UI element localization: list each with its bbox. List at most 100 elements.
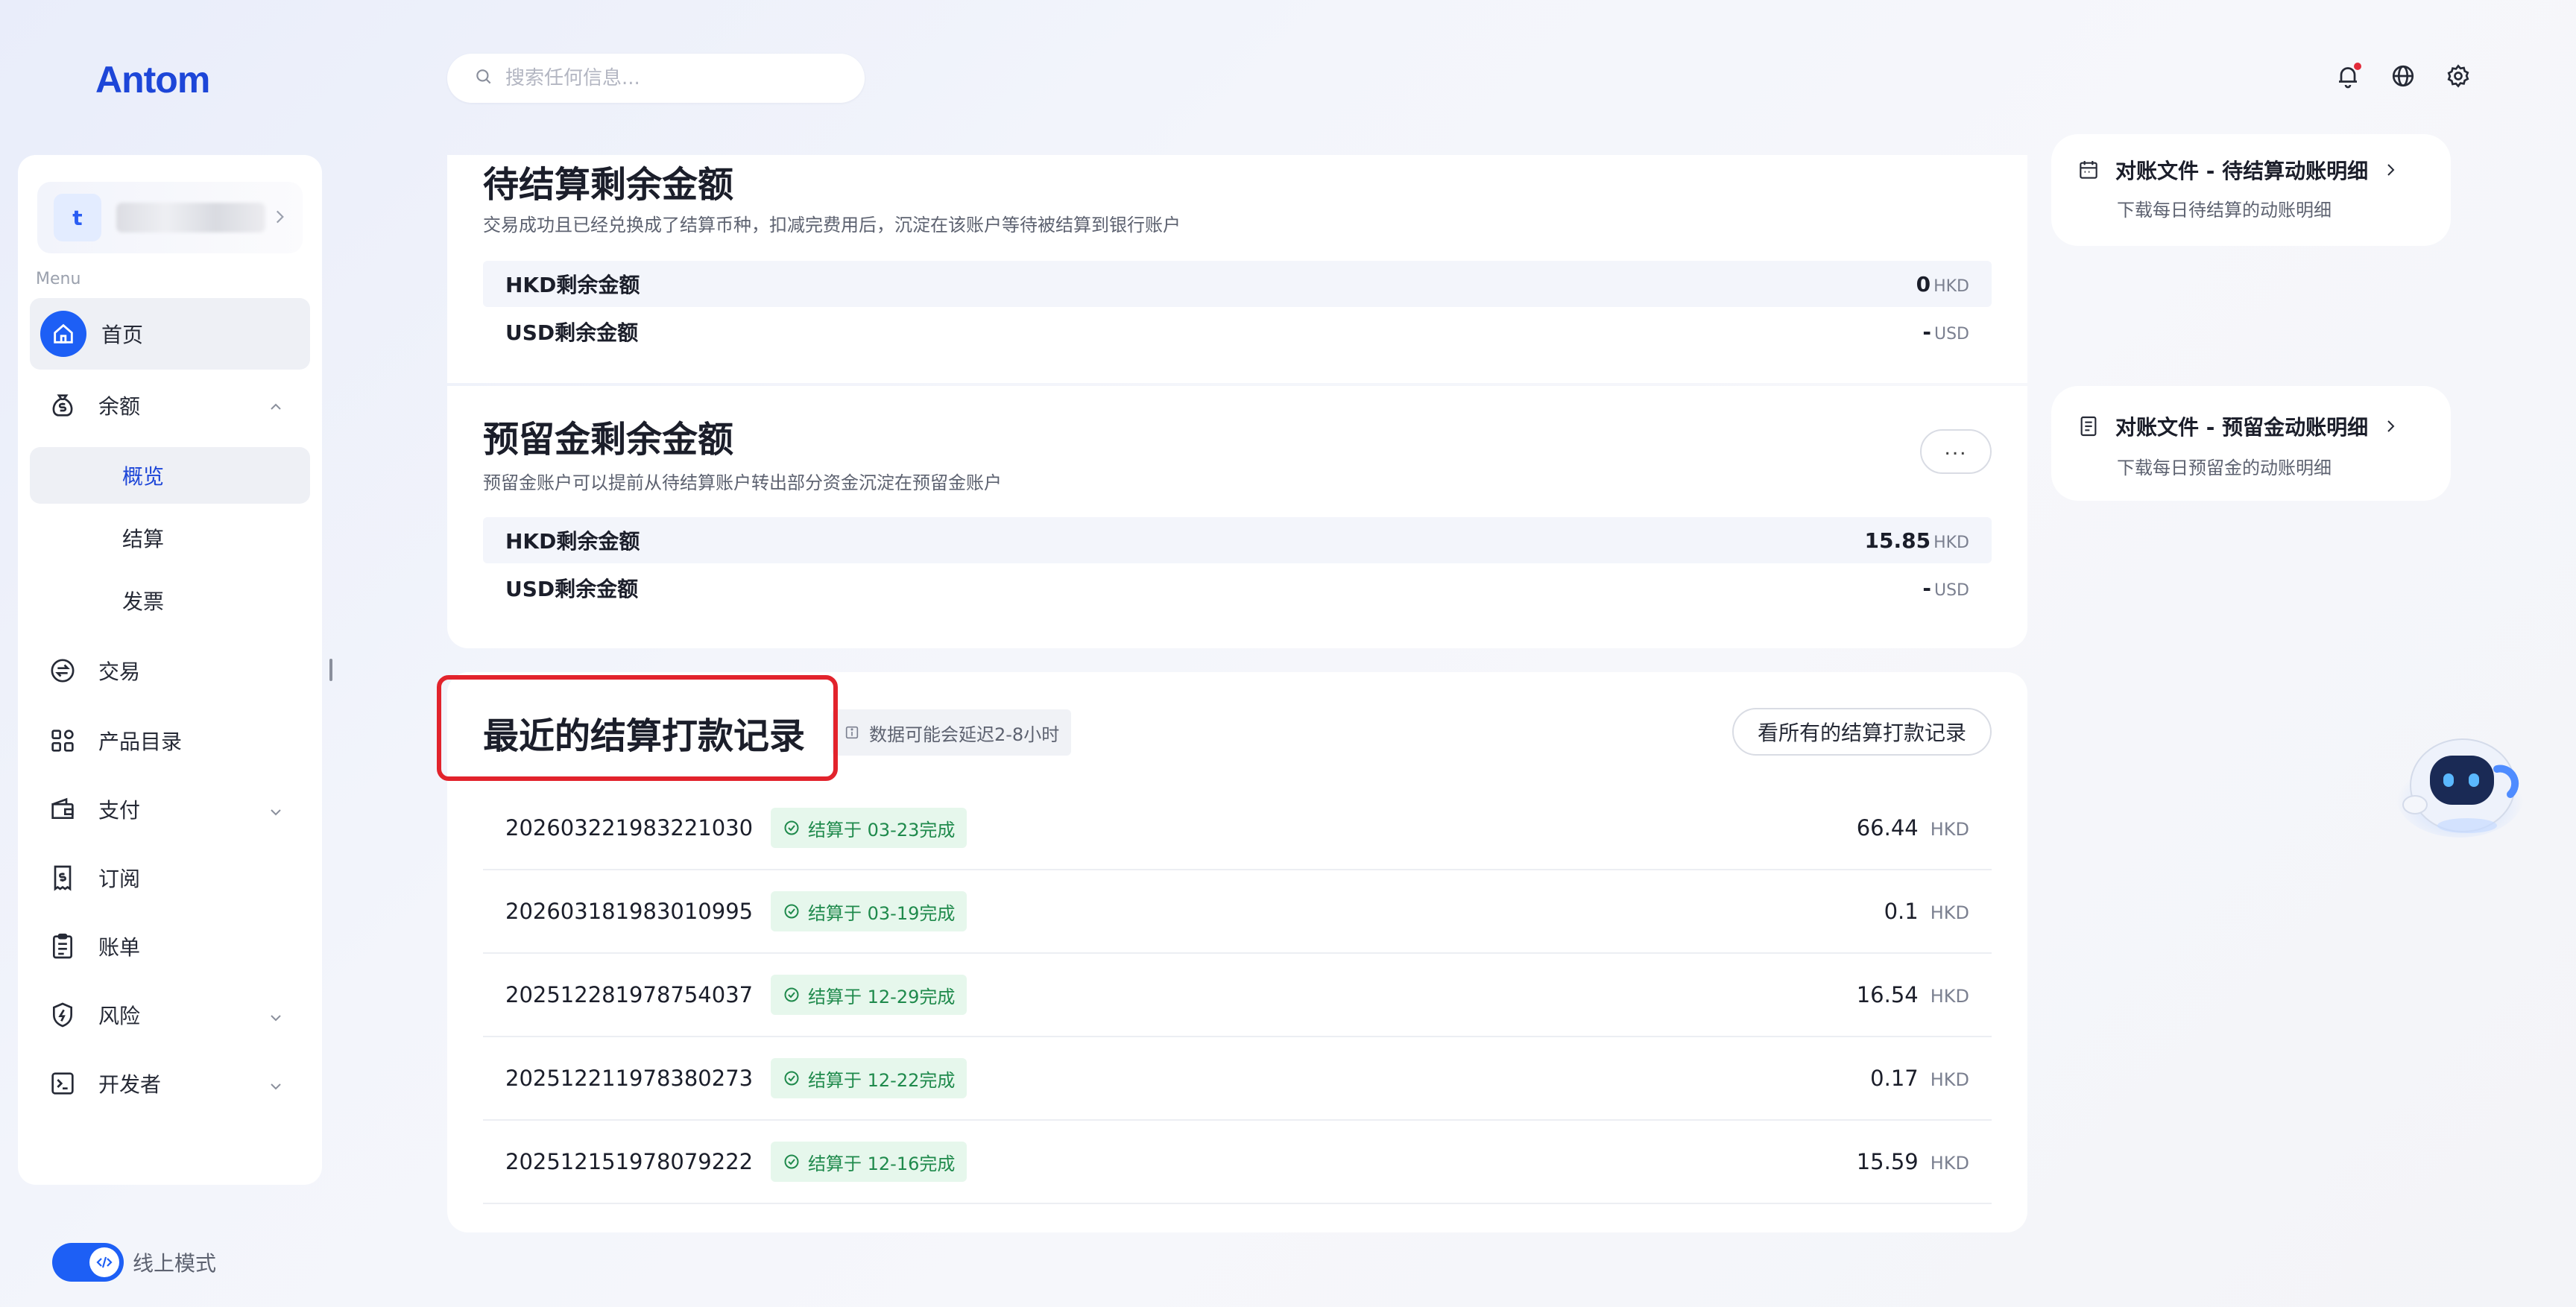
panel-title: 待结算剩余金额 [483, 164, 734, 206]
ai-assistant-robot-icon[interactable] [2385, 721, 2527, 839]
settlement-amount: 0.1 [1884, 899, 1919, 924]
notification-button[interactable] [2334, 63, 2361, 89]
panel-description: 预留金账户可以提前从待结算账户转出部分资金沉淀在预留金账户 [483, 472, 1002, 493]
sidebar-item-risk[interactable]: 风险 [30, 981, 310, 1049]
code-icon [89, 1247, 119, 1277]
sidebar-item-balance[interactable]: 余额 [30, 370, 310, 441]
mode-toggle[interactable] [52, 1243, 124, 1282]
list-item[interactable]: 202512211978380273 结算于 12-22完成 0.17 HKD [483, 1037, 1992, 1121]
card-title: 对账文件 - 待结算动账明细 [2115, 159, 2369, 183]
row-label: HKD剩余金额 [505, 273, 640, 297]
row-currency: USD [1933, 324, 1969, 344]
sidebar-item-subscriptions[interactable]: 订阅 [30, 844, 310, 912]
status-badge: 结算于 12-16完成 [771, 1142, 967, 1182]
sidebar-item-label: 支付 [98, 798, 141, 823]
chevron-down-icon [267, 802, 285, 820]
sidebar-item-home[interactable]: 首页 [30, 298, 310, 370]
settlement-id: 202512281978754037 [505, 982, 754, 1007]
exchange-icon [46, 654, 79, 687]
status-badge: 结算于 03-19完成 [771, 891, 967, 931]
more-options-button[interactable]: ... [1920, 429, 1992, 474]
status-text: 结算于 12-16完成 [808, 1153, 956, 1174]
chevron-down-icon [267, 1076, 285, 1094]
balance-row-hkd: HKD剩余金额 15.85 HKD [483, 517, 1992, 563]
sidebar-item-catalog[interactable]: 产品目录 [30, 706, 310, 775]
row-amount: 15.85 [1864, 528, 1931, 553]
sidebar-item-invoice[interactable]: 发票 [30, 572, 310, 629]
live-mode-switch[interactable]: 线上模式 [52, 1243, 216, 1282]
sidebar-item-label: 账单 [98, 935, 141, 960]
sidebar-item-label: 交易 [98, 659, 141, 684]
recon-file-pending-card[interactable]: 对账文件 - 待结算动账明细 下载每日待结算的动账明细 [2051, 134, 2451, 246]
list-item[interactable]: 202603181983010995 结算于 03-19完成 0.1 HKD [483, 870, 1992, 954]
row-label: HKD剩余金额 [505, 529, 640, 554]
notification-dot [2354, 63, 2361, 70]
status-text: 结算于 12-29完成 [808, 986, 956, 1007]
title-highlight-box [437, 675, 838, 781]
row-label: USD剩余金额 [505, 577, 639, 601]
bell-icon [2334, 67, 2361, 92]
card-subtitle: 下载每日待结算的动账明细 [2117, 200, 2332, 221]
search-bar[interactable] [447, 54, 865, 103]
settlement-id: 202512151978079222 [505, 1149, 754, 1174]
settlement-amount: 66.44 [1856, 815, 1919, 841]
account-switcher[interactable]: t [37, 182, 303, 253]
row-amount: - [1922, 319, 1931, 344]
globe-icon [2390, 65, 2416, 92]
settings-button[interactable] [2445, 63, 2472, 89]
chevron-up-icon [267, 396, 285, 414]
check-circle-icon [784, 904, 799, 919]
status-badge: 结算于 12-29完成 [771, 975, 967, 1015]
status-badge: 结算于 03-23完成 [771, 808, 967, 848]
list-item[interactable]: 202603221983221030 结算于 03-23完成 66.44 HKD [483, 787, 1992, 870]
chevron-right-icon [2387, 164, 2395, 176]
chevron-down-icon [267, 1007, 285, 1025]
card-subtitle: 下载每日预留金的动账明细 [2117, 458, 2332, 478]
sidebar-item-label: 产品目录 [98, 730, 183, 754]
sidebar-item-payments[interactable]: 支付 [30, 775, 310, 844]
list-item[interactable]: 202512281978754037 结算于 12-29完成 16.54 HKD [483, 954, 1992, 1037]
settlement-id: 202603181983010995 [505, 899, 754, 924]
pending-balance-panel: 待结算剩余金额 交易成功且已经兑换成了结算币种，扣减完费用后，沉淀在该账户等待被… [447, 155, 2027, 383]
sidebar-item-transactions[interactable]: 交易 [30, 635, 310, 706]
chevron-right-icon [270, 207, 289, 227]
check-circle-icon [784, 1071, 799, 1086]
balance-row-usd: USD剩余金额 - USD [483, 308, 1992, 355]
settlement-currency: HKD [1930, 819, 1969, 840]
settlement-list: 202603221983221030 结算于 03-23完成 66.44 HKD … [483, 787, 1992, 1204]
terminal-icon [46, 1067, 79, 1100]
chevron-right-icon [2387, 420, 2395, 432]
sidebar-item-label: 订阅 [98, 867, 141, 891]
search-icon [474, 67, 493, 89]
sidebar-item-bills[interactable]: 账单 [30, 912, 310, 981]
card-title: 对账文件 - 预留金动账明细 [2115, 415, 2369, 440]
mode-label: 线上模式 [133, 1251, 217, 1276]
clipboard-icon [46, 930, 79, 963]
antom-logo[interactable]: Antom [95, 58, 210, 101]
settlement-id: 202512211978380273 [505, 1066, 754, 1091]
recon-file-reserve-card[interactable]: 对账文件 - 预留金动账明细 下载每日预留金的动账明细 [2051, 386, 2451, 501]
balance-row-usd: USD剩余金额 - USD [483, 565, 1992, 611]
sidebar-item-label: 首页 [101, 323, 144, 347]
shield-icon [46, 999, 79, 1031]
sidebar-item-label: 开发者 [98, 1072, 162, 1097]
document-icon [2080, 416, 2097, 437]
sidebar-item-developer[interactable]: 开发者 [30, 1049, 310, 1118]
panel-title: 预留金剩余金额 [483, 419, 734, 461]
receipt-icon [46, 861, 79, 894]
settlement-currency: HKD [1930, 902, 1969, 923]
sidebar-nav: 首页 余额 概览 结算 发票 交易 产品目录 支付 订阅 账单 风险 开发者 [30, 298, 310, 1118]
view-all-settlements-button[interactable]: 看所有的结算打款记录 [1731, 708, 1992, 756]
search-input[interactable] [505, 67, 833, 89]
row-currency: USD [1933, 580, 1969, 600]
avatar: t [54, 194, 101, 241]
row-currency: HKD [1933, 276, 1969, 296]
language-button[interactable] [2390, 63, 2416, 89]
money-bag-icon [46, 389, 79, 422]
sidebar-resize-handle[interactable] [329, 659, 332, 681]
sidebar-item-overview[interactable]: 概览 [30, 447, 310, 504]
sidebar-item-settlement[interactable]: 结算 [30, 510, 310, 566]
home-icon [40, 311, 86, 357]
list-item[interactable]: 202512151978079222 结算于 12-16完成 15.59 HKD [483, 1121, 1992, 1204]
row-amount: - [1922, 575, 1931, 601]
